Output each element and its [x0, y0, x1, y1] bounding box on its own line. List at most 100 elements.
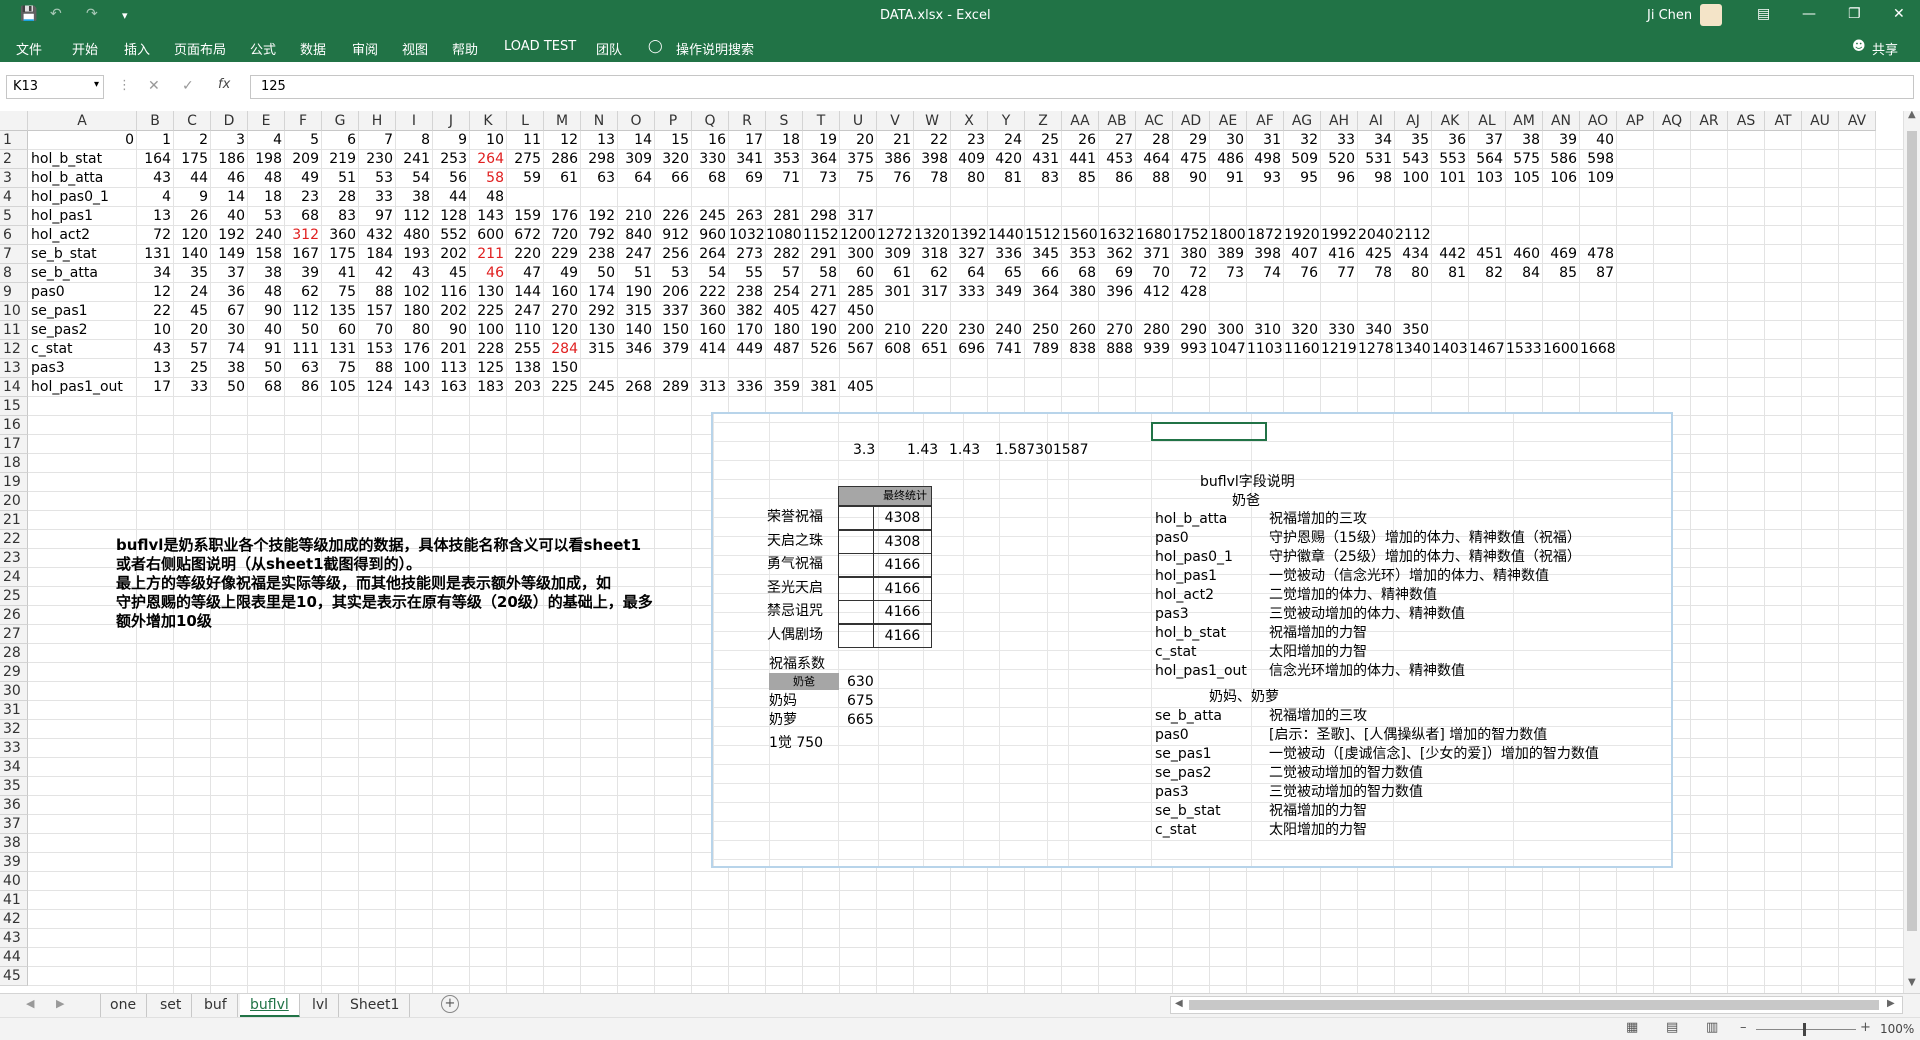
cell[interactable]: 464: [1136, 150, 1170, 168]
cell[interactable]: 131: [322, 340, 356, 358]
column-header[interactable]: F: [285, 111, 322, 131]
cell[interactable]: 53: [248, 207, 282, 225]
tab-home[interactable]: 开始: [72, 39, 98, 58]
cell[interactable]: 23: [951, 131, 985, 149]
column-header[interactable]: AO: [1580, 111, 1617, 131]
cell[interactable]: 100: [1395, 169, 1429, 187]
cell[interactable]: 144: [507, 283, 541, 301]
sheet-tab-buf[interactable]: buf: [194, 994, 238, 1018]
cell[interactable]: 68: [692, 169, 726, 187]
row-header[interactable]: 1: [0, 131, 28, 150]
cell[interactable]: 2112: [1395, 226, 1431, 244]
cell[interactable]: 696: [951, 340, 985, 358]
name-box[interactable]: K13 ▾: [6, 75, 104, 99]
cell[interactable]: 33: [359, 188, 393, 206]
cell[interactable]: 386: [877, 150, 911, 168]
cell[interactable]: 157: [359, 302, 393, 320]
share-button[interactable]: 共享: [1872, 39, 1898, 58]
cell[interactable]: 420: [988, 150, 1022, 168]
column-header[interactable]: V: [877, 111, 914, 131]
cell[interactable]: 552: [433, 226, 467, 244]
cell[interactable]: 14: [211, 188, 245, 206]
cell[interactable]: 35: [174, 264, 208, 282]
cell[interactable]: 45: [174, 302, 208, 320]
column-header[interactable]: D: [211, 111, 248, 131]
sheet-tab-set[interactable]: set: [150, 994, 193, 1018]
cell[interactable]: 1992: [1321, 226, 1357, 244]
column-header[interactable]: AV: [1839, 111, 1876, 131]
column-header[interactable]: X: [951, 111, 988, 131]
cell[interactable]: 1872: [1247, 226, 1283, 244]
cell[interactable]: 175: [322, 245, 356, 263]
cell[interactable]: 95: [1284, 169, 1318, 187]
row-header[interactable]: 41: [0, 891, 28, 910]
customize-toolbar-icon[interactable]: ▾: [122, 9, 128, 22]
cell[interactable]: 176: [544, 207, 578, 225]
cell[interactable]: 222: [692, 283, 726, 301]
cell[interactable]: 1512: [1025, 226, 1061, 244]
cell[interactable]: 1467: [1469, 340, 1505, 358]
cancel-icon[interactable]: ✕: [148, 78, 160, 94]
column-header[interactable]: Q: [692, 111, 729, 131]
cell[interactable]: 1340: [1395, 340, 1431, 358]
redo-icon[interactable]: ↷: [86, 6, 98, 22]
next-sheet-icon[interactable]: ▶: [56, 997, 64, 1010]
cell[interactable]: 60: [322, 321, 356, 339]
add-sheet-icon[interactable]: +: [441, 995, 459, 1013]
cell[interactable]: 18: [248, 188, 282, 206]
scroll-right-icon[interactable]: ▶: [1887, 998, 1895, 1009]
cell[interactable]: 1320: [914, 226, 950, 244]
cell[interactable]: 247: [507, 302, 541, 320]
cell[interactable]: 17: [137, 378, 171, 396]
cell[interactable]: 150: [544, 359, 578, 377]
zoom-slider-thumb[interactable]: [1803, 1023, 1806, 1036]
column-header[interactable]: Z: [1025, 111, 1062, 131]
cell[interactable]: 78: [914, 169, 948, 187]
cell[interactable]: 198: [248, 150, 282, 168]
cell[interactable]: 442: [1432, 245, 1466, 263]
close-icon[interactable]: ✕: [1893, 6, 1905, 22]
cell[interactable]: 186: [211, 150, 245, 168]
cell[interactable]: 62: [914, 264, 948, 282]
cell[interactable]: 130: [470, 283, 504, 301]
cell[interactable]: 75: [322, 359, 356, 377]
cell[interactable]: 10: [137, 321, 171, 339]
cell[interactable]: 315: [618, 302, 652, 320]
cell[interactable]: se_pas1: [31, 302, 88, 320]
row-header[interactable]: 22: [0, 530, 28, 549]
cell[interactable]: 64: [951, 264, 985, 282]
minimize-icon[interactable]: —: [1802, 6, 1816, 22]
row-header[interactable]: 13: [0, 359, 28, 378]
cell[interactable]: 40: [211, 207, 245, 225]
row-header[interactable]: 5: [0, 207, 28, 226]
cell[interactable]: 167: [285, 245, 319, 263]
cell[interactable]: 159: [507, 207, 541, 225]
cell[interactable]: 90: [1173, 169, 1207, 187]
row-header[interactable]: 39: [0, 853, 28, 872]
cell[interactable]: 341: [729, 150, 763, 168]
cell[interactable]: 39: [1543, 131, 1577, 149]
cell[interactable]: 1632: [1099, 226, 1135, 244]
column-header[interactable]: K: [470, 111, 507, 131]
column-header[interactable]: AK: [1432, 111, 1469, 131]
tab-view[interactable]: 视图: [402, 39, 428, 58]
cell[interactable]: 29: [1173, 131, 1207, 149]
cell[interactable]: 270: [544, 302, 578, 320]
sheet-tab-sheet1[interactable]: Sheet1: [340, 994, 411, 1018]
cell[interactable]: 1533: [1506, 340, 1542, 358]
cell[interactable]: 309: [618, 150, 652, 168]
cell[interactable]: 90: [433, 321, 467, 339]
tab-page-layout[interactable]: 页面布局: [174, 39, 226, 58]
column-header[interactable]: AS: [1728, 111, 1765, 131]
cell[interactable]: 80: [396, 321, 430, 339]
scroll-left-icon[interactable]: ◀: [1175, 998, 1183, 1009]
cell[interactable]: 101: [1432, 169, 1466, 187]
cell[interactable]: 70: [359, 321, 393, 339]
column-header[interactable]: W: [914, 111, 951, 131]
cell[interactable]: 47: [507, 264, 541, 282]
row-header[interactable]: 34: [0, 758, 28, 777]
zoom-in-icon[interactable]: +: [1860, 1020, 1871, 1035]
cell[interactable]: 245: [581, 378, 615, 396]
cell[interactable]: 73: [803, 169, 837, 187]
cell[interactable]: 405: [766, 302, 800, 320]
